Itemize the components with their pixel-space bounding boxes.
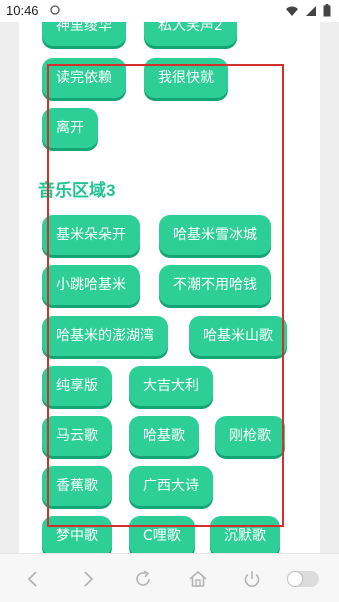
forward-icon[interactable] [77, 568, 99, 590]
bottom-nav-bar [0, 553, 339, 602]
tag-button[interactable]: 神里绫华 [42, 22, 126, 46]
back-icon[interactable] [22, 568, 44, 590]
tag-button[interactable]: 刚枪歌 [215, 416, 285, 456]
tag-button[interactable]: 哈基米雪冰城 [159, 215, 271, 255]
tag-button[interactable]: 私人笑声2 [144, 22, 237, 46]
tag-button[interactable]: 哈基歌 [129, 416, 199, 456]
tag-button[interactable]: 梦中歌 [42, 516, 112, 553]
section-title: 音乐区域3 [38, 181, 116, 200]
tag-button[interactable]: 沉默歌 [210, 516, 280, 553]
tag-button[interactable]: 读完依赖 [42, 58, 126, 98]
tag-button[interactable]: 纯享版 [42, 366, 112, 406]
battery-icon [323, 4, 331, 17]
status-time: 10:46 [6, 3, 39, 18]
home-icon[interactable] [187, 568, 209, 590]
power-icon[interactable] [241, 568, 263, 590]
tag-button[interactable]: 香蕉歌 [42, 466, 112, 506]
tag-button[interactable]: 广西大诗 [129, 466, 213, 506]
notification-icon [50, 5, 60, 15]
status-bar: 10:46 [0, 0, 339, 22]
status-icons [285, 4, 331, 17]
wifi-icon [286, 6, 298, 16]
tag-button[interactable]: 哈基米的澎湖湾 [42, 316, 168, 356]
refresh-icon[interactable] [132, 568, 154, 590]
signal-icon [306, 5, 316, 16]
tag-button[interactable]: 不潮不用哈钱 [159, 265, 271, 305]
tag-button[interactable]: 大吉大利 [129, 366, 213, 406]
toggle-switch[interactable] [287, 571, 319, 587]
webview[interactable]: 神里绫华 私人笑声2 读完依赖 我很快就 离开 音乐区域3 基米朵朵开 哈基米雪… [0, 22, 339, 553]
toggle-knob [288, 572, 302, 586]
content-panel[interactable]: 神里绫华 私人笑声2 读完依赖 我很快就 离开 音乐区域3 基米朵朵开 哈基米雪… [19, 22, 320, 553]
tag-button[interactable]: 小跳哈基米 [42, 265, 140, 305]
tag-button[interactable]: 马云歌 [42, 416, 112, 456]
tag-button[interactable]: 哈基米山歌 [189, 316, 287, 356]
tag-button[interactable]: 我很快就 [144, 58, 228, 98]
tag-button[interactable]: 基米朵朵开 [42, 215, 140, 255]
tag-button[interactable]: C哩歌 [129, 516, 195, 553]
tag-button[interactable]: 离开 [42, 108, 98, 148]
